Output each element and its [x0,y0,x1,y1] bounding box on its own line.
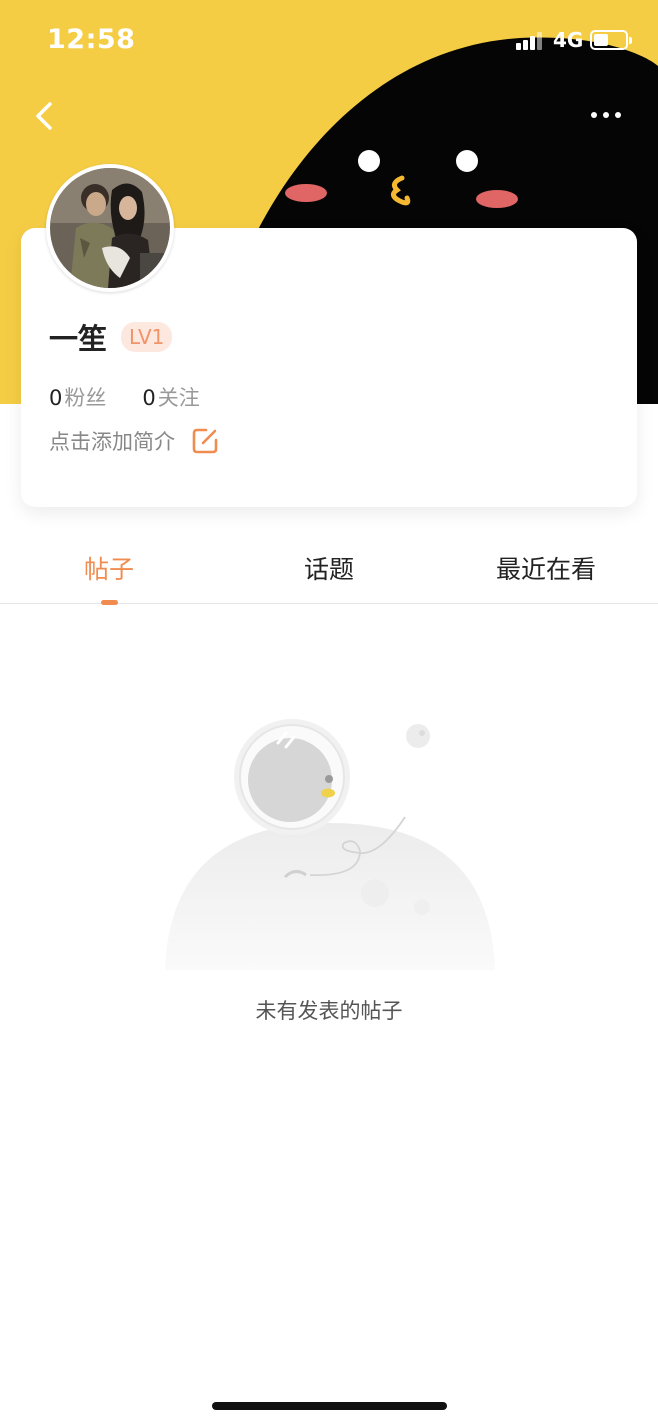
status-time: 12:58 [47,24,136,55]
avatar-photo [50,168,170,288]
avatar[interactable] [46,164,174,292]
chevron-left-icon [36,102,52,130]
network-type: 4G [553,28,584,52]
fans-stat[interactable]: 0粉丝 [49,382,106,412]
more-button[interactable] [584,100,628,130]
following-count: 0 [142,386,156,410]
stats-row: 0粉丝 0关注 [49,382,236,412]
name-row: 一笙 LV1 [49,316,173,358]
back-button[interactable] [28,96,68,136]
level-badge: LV1 [121,322,173,352]
fans-count: 0 [49,386,63,410]
following-stat[interactable]: 0关注 [142,382,199,412]
battery-icon [590,30,632,50]
home-indicator[interactable] [212,1402,447,1410]
bio-placeholder: 点击添加简介 [49,430,175,454]
add-bio-button[interactable]: 点击添加简介 [49,426,219,456]
username: 一笙 [49,322,108,356]
tab-recently-viewed[interactable]: 最近在看 [496,550,596,586]
following-label: 关注 [157,386,200,410]
tab-posts[interactable]: 帖子 [84,550,134,586]
fans-label: 粉丝 [64,386,107,410]
status-bar: 12:58 4G [0,0,658,80]
empty-state-message: 未有发表的帖子 [255,999,403,1023]
astronaut-on-planet-illustration [165,719,495,970]
tab-topics[interactable]: 话题 [304,550,354,586]
edit-icon [192,428,218,454]
active-tab-indicator [101,600,118,605]
signal-icon [516,32,546,50]
content-tabs: 帖子 话题 最近在看 [0,540,658,605]
more-horizontal-icon [591,112,621,118]
